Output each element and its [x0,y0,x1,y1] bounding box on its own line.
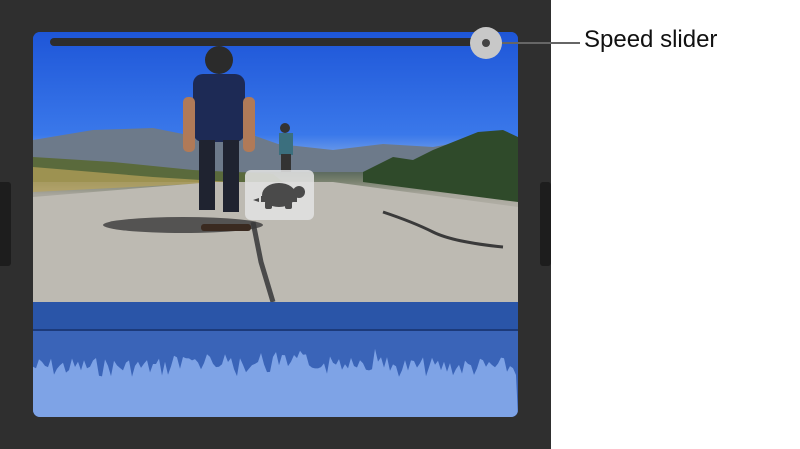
audio-waveform [33,331,518,417]
video-thumbnail [33,32,518,302]
speed-slider-knob[interactable] [470,27,502,59]
slow-motion-badge [245,170,314,220]
right-edge-handle[interactable] [540,182,551,266]
waveform-shape [33,348,518,417]
timeline-area [0,0,551,449]
turtle-icon [253,183,305,209]
callout-line [502,42,580,44]
speed-slider-track[interactable] [50,38,486,46]
left-edge-handle[interactable] [0,182,11,266]
clip-title-band [33,302,518,331]
callout-label-speed-slider: Speed slider [584,26,718,53]
video-clip[interactable] [33,32,518,417]
speed-slider-knob-dot [482,39,490,47]
